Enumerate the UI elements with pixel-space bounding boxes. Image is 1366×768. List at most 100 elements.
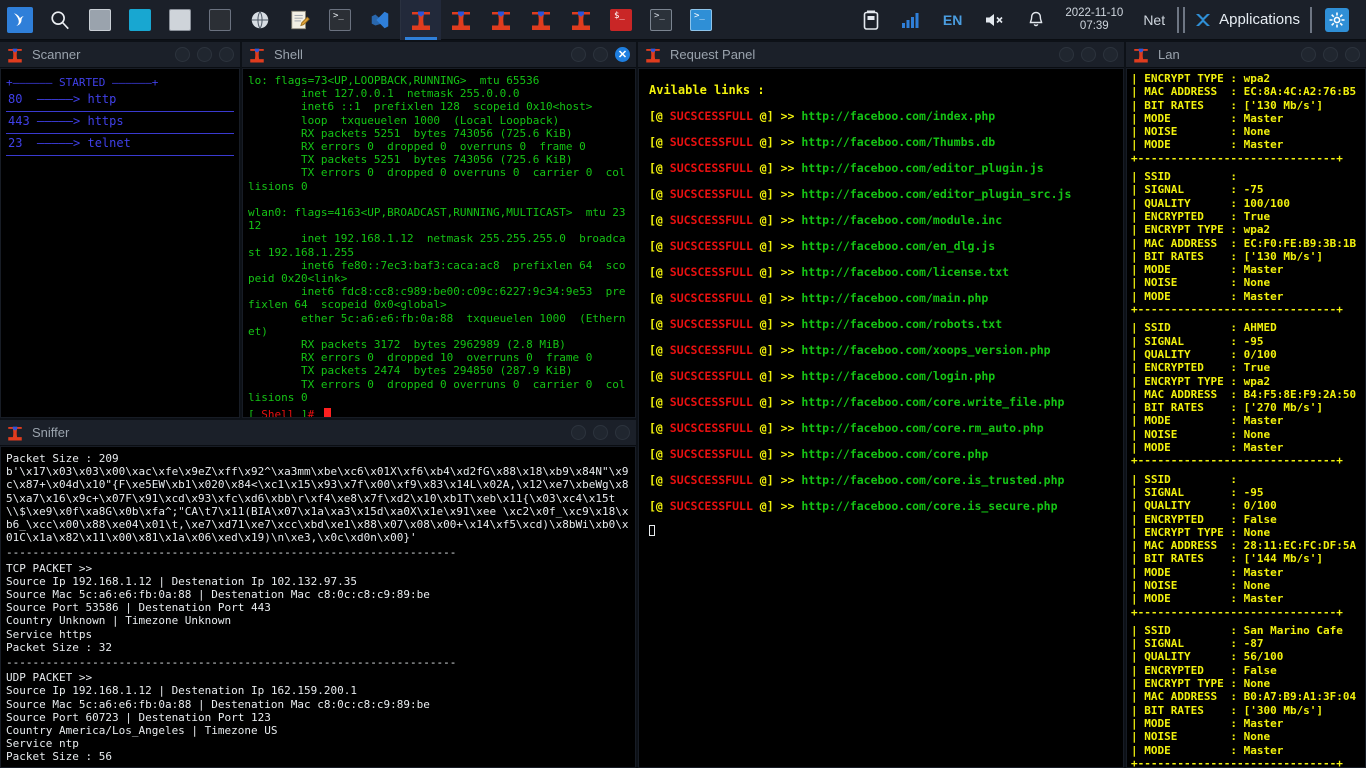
magnifier-icon — [51, 10, 69, 29]
archive-tile — [169, 8, 191, 31]
shell-body[interactable]: lo: flags=73<UP,LOOPBACK,RUNNING> mtu 65… — [242, 68, 636, 418]
sniffer-body[interactable]: Packet Size : 209 b'\x17\x03\x03\x00\xac… — [0, 446, 636, 768]
lan-field-row: | SSID : — [1131, 170, 1244, 184]
archive-manager-icon[interactable] — [160, 0, 200, 40]
request-link-row[interactable]: [@ SUCSCESSFULL @] >> http://faceboo.com… — [645, 207, 1117, 233]
arrow-icon: >> — [773, 291, 802, 305]
lan-field-row: | MODE : Master — [1131, 111, 1284, 125]
burp-suite-icon[interactable] — [240, 0, 280, 40]
status-divider-3 — [1310, 6, 1312, 33]
lan-field-row: | MAC ADDRESS : B0:A7:B9:A1:3F:04 — [1131, 690, 1357, 704]
minimize-button[interactable] — [1301, 47, 1316, 62]
shell-output: lo: flags=73<UP,LOOPBACK,RUNNING> mtu 65… — [248, 74, 626, 404]
network-label[interactable]: Net — [1133, 12, 1175, 28]
sniffer-udp-line: Service ntp — [6, 737, 79, 751]
request-link-row[interactable]: [@ SUCSCESSFULL @] >> http://faceboo.com… — [645, 103, 1117, 129]
maximize-button[interactable] — [1081, 47, 1096, 62]
lan-titlebar[interactable]: Lan — [1126, 42, 1366, 68]
status-badge: SUCSCESSFULL — [669, 499, 753, 513]
lan-body[interactable]: | ENCRYPT TYPE : wpa2 | MAC ADDRESS : EC:… — [1126, 68, 1366, 768]
applications-button[interactable]: Applications — [1187, 11, 1308, 28]
taskbar-window-request-panel[interactable] — [521, 0, 561, 40]
request-link-row[interactable]: [@ SUCSCESSFULL @] >> http://faceboo.com… — [645, 181, 1117, 207]
status-open-bracket: [@ — [649, 473, 670, 487]
request-link-row[interactable]: [@ SUCSCESSFULL @] >> http://faceboo.com… — [645, 129, 1117, 155]
maximize-button[interactable] — [1323, 47, 1338, 62]
close-button[interactable] — [1103, 47, 1118, 62]
status-badge: SUCSCESSFULL — [669, 187, 753, 201]
app-logo-icon — [572, 11, 590, 30]
gear-icon[interactable] — [1314, 0, 1360, 40]
request-link-row[interactable]: [@ SUCSCESSFULL @] >> http://faceboo.com… — [645, 493, 1117, 519]
scanner-titlebar[interactable]: Scanner — [0, 42, 240, 68]
taskbar-status-area: EN 2022-11-10 07:39 Net Applications — [852, 0, 1366, 40]
request-link-row[interactable]: [@ SUCSCESSFULL @] >> http://faceboo.com… — [645, 467, 1117, 493]
kali-menu-icon[interactable] — [0, 0, 40, 40]
terminal-blue-icon[interactable]: >_ — [681, 0, 721, 40]
volume-muted-icon[interactable] — [973, 0, 1017, 40]
clock[interactable]: 2022-11-10 07:39 — [1055, 7, 1133, 33]
gear-glyph — [1329, 12, 1345, 27]
maximize-button[interactable] — [593, 425, 608, 440]
taskbar-window-shell[interactable] — [441, 0, 481, 40]
close-button[interactable]: ✕ — [615, 47, 630, 62]
taskbar-window-sniffer[interactable] — [481, 0, 521, 40]
language-indicator[interactable]: EN — [932, 0, 973, 40]
battery-icon[interactable] — [852, 0, 890, 40]
sniffer-window: Sniffer Packet Size : 209 b'\x17\x03\x03… — [0, 420, 636, 768]
terminal-red-tile: $_ — [610, 8, 632, 31]
text-editor-icon[interactable] — [280, 0, 320, 40]
close-button[interactable] — [1345, 47, 1360, 62]
sniffer-titlebar[interactable]: Sniffer — [0, 420, 636, 446]
status-close-bracket: @] — [752, 395, 774, 409]
shell-launcher-icon[interactable]: >_ — [320, 0, 360, 40]
vscode-glyph — [371, 11, 389, 28]
vscode-icon[interactable] — [360, 0, 400, 40]
lan-field-row: | MAC ADDRESS : EC:8A:4C:A2:76:B5 — [1131, 85, 1357, 99]
taskbar-window-scanner[interactable] — [401, 0, 441, 40]
sniffer-tcp-line: Source Ip 192.168.1.12 | Destenation Ip … — [6, 574, 357, 588]
request-panel-titlebar[interactable]: Request Panel — [638, 42, 1124, 68]
minimize-button[interactable] — [571, 47, 586, 62]
terminal-blue-tile: >_ — [690, 8, 712, 31]
minimize-button[interactable] — [175, 47, 190, 62]
terminal-red-icon[interactable]: $_ — [601, 0, 641, 40]
request-panel-body[interactable]: Avilable links : [@ SUCSCESSFULL @] >> h… — [638, 68, 1124, 768]
terminal-icon[interactable] — [200, 0, 240, 40]
shell-prompt[interactable]: [ Shell ]# — [243, 408, 635, 417]
request-link-row[interactable]: [@ SUCSCESSFULL @] >> http://faceboo.com… — [645, 441, 1117, 467]
lan-separator: +------------------------------+ — [1131, 151, 1343, 165]
terminal-gray-icon[interactable]: >_ — [641, 0, 681, 40]
maximize-button[interactable] — [593, 47, 608, 62]
app-logo-icon — [8, 48, 22, 62]
signal-bars-icon[interactable] — [890, 0, 932, 40]
close-button[interactable] — [219, 47, 234, 62]
request-link-row[interactable]: [@ SUCSCESSFULL @] >> http://faceboo.com… — [645, 337, 1117, 363]
request-link-row[interactable]: [@ SUCSCESSFULL @] >> http://faceboo.com… — [645, 259, 1117, 285]
bell-icon[interactable] — [1017, 0, 1055, 40]
browser-icon[interactable] — [120, 0, 160, 40]
minimize-button[interactable] — [571, 425, 586, 440]
arrow-icon: >> — [773, 447, 802, 461]
request-link-row[interactable]: [@ SUCSCESSFULL @] >> http://faceboo.com… — [645, 155, 1117, 181]
status-close-bracket: @] — [752, 187, 774, 201]
request-link-row[interactable]: [@ SUCSCESSFULL @] >> http://faceboo.com… — [645, 363, 1117, 389]
request-link-row[interactable]: [@ SUCSCESSFULL @] >> http://faceboo.com… — [645, 311, 1117, 337]
request-link-row[interactable]: [@ SUCSCESSFULL @] >> http://faceboo.com… — [645, 285, 1117, 311]
link-url: http://faceboo.com/login.php — [801, 369, 996, 383]
lan-network-block: | SSID : AHMED | SIGNAL : -95 | QUALITY : … — [1131, 321, 1361, 454]
request-link-row[interactable]: [@ SUCSCESSFULL @] >> http://faceboo.com… — [645, 233, 1117, 259]
request-link-row[interactable]: [@ SUCSCESSFULL @] >> http://faceboo.com… — [645, 389, 1117, 415]
search-icon[interactable] — [40, 0, 80, 40]
taskbar-window-lan[interactable] — [561, 0, 601, 40]
shell-titlebar[interactable]: Shell ✕ — [242, 42, 636, 68]
app-logo-icon — [492, 11, 510, 30]
link-url: http://faceboo.com/core.write_file.php — [801, 395, 1065, 409]
battery-glyph — [863, 10, 879, 30]
maximize-button[interactable] — [197, 47, 212, 62]
signal-glyph — [901, 12, 919, 28]
files-icon[interactable] — [80, 0, 120, 40]
request-link-row[interactable]: [@ SUCSCESSFULL @] >> http://faceboo.com… — [645, 415, 1117, 441]
minimize-button[interactable] — [1059, 47, 1074, 62]
close-button[interactable] — [615, 425, 630, 440]
